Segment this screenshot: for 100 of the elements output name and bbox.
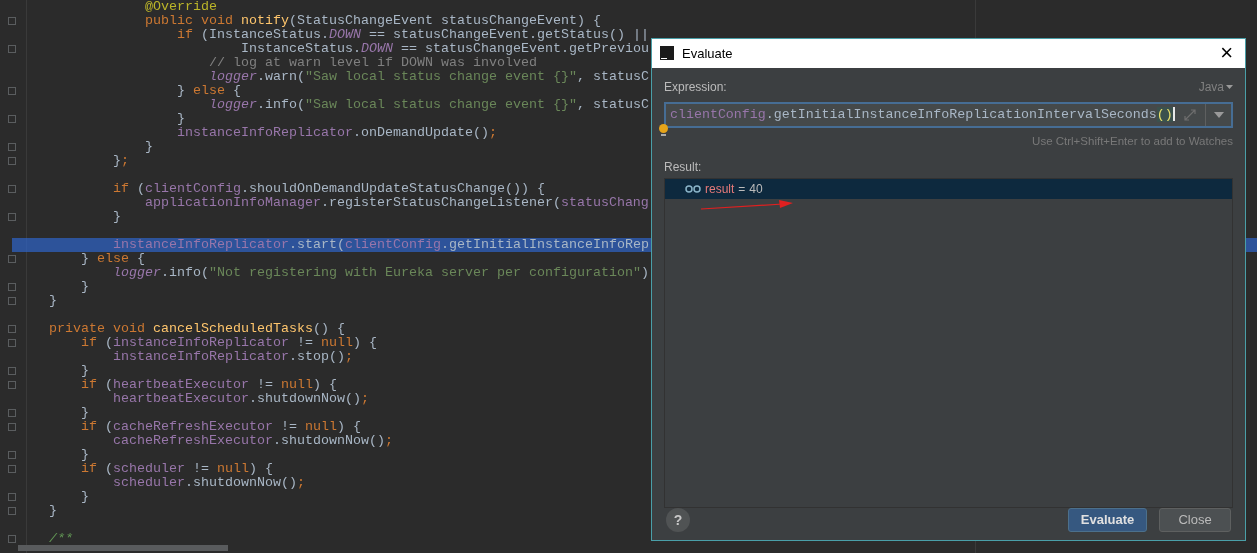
help-button[interactable]: ?	[666, 508, 690, 532]
fold-icon[interactable]	[8, 297, 16, 305]
code-text: }	[49, 293, 57, 308]
fold-icon[interactable]	[8, 283, 16, 291]
horizontal-scrollbar[interactable]	[18, 545, 228, 551]
window-title: Evaluate	[682, 44, 733, 63]
caret-icon	[1226, 84, 1233, 89]
code-text: , statusC	[576, 69, 649, 84]
text-cursor	[1172, 107, 1175, 122]
method-name: notify	[240, 13, 289, 28]
result-row[interactable]: result = 40	[665, 179, 1232, 199]
fold-icon[interactable]	[8, 157, 16, 165]
keyword: private void	[49, 321, 146, 336]
field-name: heartbeatExecutor	[113, 377, 249, 392]
fold-icon[interactable]	[8, 87, 16, 95]
expression-field[interactable]: clientConfig.getInitialInstanceInfoReplicationIntervalSeconds()	[664, 101, 1233, 128]
field-name: instanceInfoReplicator	[113, 349, 289, 364]
fold-icon[interactable]	[8, 465, 16, 473]
code-text: ) {	[336, 419, 361, 434]
string-literal: "Saw local status change event {}"	[304, 97, 577, 112]
expand-icon[interactable]	[1183, 107, 1197, 122]
variable-name: result	[705, 181, 735, 198]
fold-icon[interactable]	[8, 451, 16, 459]
code-text: == statusChangeEvent.getPreviou	[400, 41, 649, 56]
keyword: if	[81, 335, 98, 350]
close-button[interactable]: ×	[1216, 42, 1237, 65]
fold-icon[interactable]	[8, 367, 16, 375]
fold-icon[interactable]	[8, 535, 16, 543]
code-text: )	[640, 265, 649, 280]
code-text: }	[144, 139, 153, 154]
code-text: }	[113, 153, 121, 168]
code-text: !=	[296, 335, 314, 350]
field-name: scheduler	[113, 475, 185, 490]
fold-icon[interactable]	[8, 325, 16, 333]
code-text: }	[81, 405, 89, 420]
code-text: }	[81, 447, 89, 462]
expression-label: Expression:	[664, 78, 727, 96]
code-text: == statusChangeEvent.getStatus() ||	[368, 27, 649, 42]
code-text: (	[137, 181, 145, 196]
code-text: }	[176, 83, 186, 98]
code-text: .info(	[161, 265, 209, 280]
fold-icon[interactable]	[8, 493, 16, 501]
fold-icon[interactable]	[8, 143, 16, 151]
keyword: null	[280, 377, 313, 392]
static-field: logger	[113, 265, 161, 280]
static-field: logger	[208, 97, 257, 112]
code-text: () {	[312, 321, 345, 336]
field-name: scheduler	[113, 461, 185, 476]
keyword: if	[81, 461, 98, 476]
code-text: }	[113, 209, 121, 224]
code-text: }	[81, 279, 89, 294]
bulb-icon	[658, 123, 668, 136]
keyword: ;	[121, 153, 129, 168]
static-field: DOWN	[360, 41, 393, 56]
fold-icon[interactable]	[8, 115, 16, 123]
code-text: (	[105, 377, 113, 392]
keyword: if	[113, 181, 130, 196]
annotation: @Override	[144, 0, 217, 14]
keyword: else	[192, 83, 226, 98]
variable-value: 40	[749, 181, 763, 198]
code-text: .shutdownNow()	[272, 433, 385, 448]
keyword: ;	[384, 433, 393, 448]
code-text: .onDemandUpdate()	[352, 125, 489, 140]
field-name: applicationInfoManager	[144, 195, 321, 210]
code-text: ) {	[312, 377, 337, 392]
code-text: (StatusChangeEvent statusChangeEvent) {	[288, 13, 601, 28]
fold-icon[interactable]	[8, 255, 16, 263]
field-name: cacheRefreshExecutor	[113, 419, 273, 434]
keyword: ;	[360, 391, 369, 406]
fold-icon[interactable]	[8, 45, 16, 53]
code-text: }	[81, 363, 89, 378]
field-name: statusChang	[560, 195, 649, 210]
fold-icon[interactable]	[8, 423, 16, 431]
code-text: .getInitialInstanceInfoRep	[440, 237, 649, 252]
code-text: ) {	[352, 335, 377, 350]
code-text: .shouldOnDemandUpdateStatusChange()) {	[240, 181, 545, 196]
keyword: if	[81, 419, 98, 434]
keyword: null	[304, 419, 337, 434]
fold-icon[interactable]	[8, 185, 16, 193]
fold-icon[interactable]	[8, 409, 16, 417]
fold-icon[interactable]	[8, 381, 16, 389]
close-button[interactable]: Close	[1159, 508, 1231, 532]
field-name: instanceInfoReplicator	[176, 125, 353, 140]
evaluate-button[interactable]: Evaluate	[1068, 508, 1147, 532]
code-text: {	[232, 83, 241, 98]
code-text: ) {	[248, 461, 273, 476]
code-text: .shutdownNow()	[248, 391, 361, 406]
code-text: {	[137, 251, 145, 266]
keyword: ;	[296, 475, 305, 490]
code-text: .stop()	[288, 349, 345, 364]
result-label: Result:	[664, 159, 703, 176]
fold-icon[interactable]	[8, 17, 16, 25]
code-text: !=	[256, 377, 274, 392]
fold-icon[interactable]	[8, 339, 16, 347]
fold-icon[interactable]	[8, 213, 16, 221]
keyword: ;	[344, 349, 353, 364]
code-text: (InstanceStatus.	[200, 27, 329, 42]
fold-icon[interactable]	[8, 507, 16, 515]
keyword: null	[320, 335, 353, 350]
code-text: }	[81, 251, 90, 266]
